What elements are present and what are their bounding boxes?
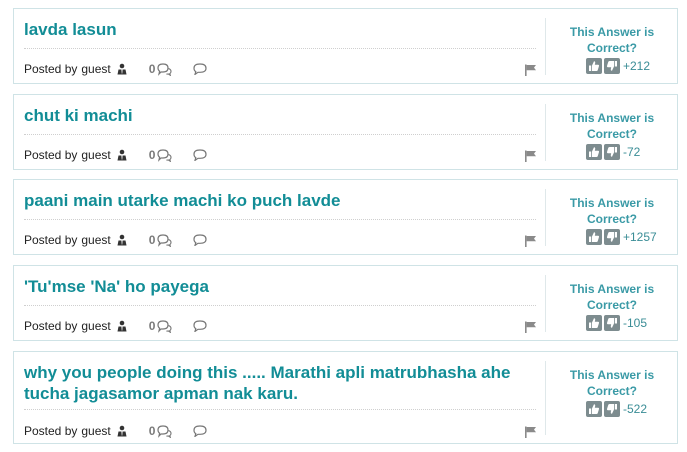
answer-card: 'Tu'mse 'Na' ho payega Posted by guest 0 [13,265,678,341]
answer-card: why you people doing this ..... Marathi … [13,351,678,444]
answer-text: 'Tu'mse 'Na' ho payega [24,277,209,296]
vote-score: -72 [623,145,641,159]
vote-score: -105 [623,316,648,330]
thumbs-down-icon[interactable] [604,315,620,331]
thumbs-down-icon[interactable] [604,229,620,245]
flag-icon[interactable] [524,234,537,247]
flag-icon[interactable] [524,425,537,438]
answer-body: paani main utarke machi ko puch lavde Po… [14,180,545,254]
author-name[interactable]: guest [81,148,110,162]
answer-text: chut ki machi [24,106,133,125]
flag-icon[interactable] [524,63,537,76]
vote-panel: This Answer is Correct? +212 [545,18,677,75]
answer-meta: Posted by guest 0 [24,61,208,77]
comment-count: 0 [148,233,156,247]
thumbs-up-icon[interactable] [586,144,602,160]
answer-body: lavda lasun Posted by guest 0 [14,9,545,83]
flag-icon[interactable] [524,320,537,333]
vote-prompt: This Answer is Correct? [569,368,655,398]
vote-panel: This Answer is Correct? -72 [545,104,677,161]
thumbs-up-icon[interactable] [586,229,602,245]
thumbs-down-icon[interactable] [604,58,620,74]
reply-icon[interactable] [193,234,208,247]
thumbs-up-icon[interactable] [586,401,602,417]
vote-panel: This Answer is Correct? -522 [545,361,677,435]
posted-by-label: Posted by [24,233,78,247]
answer-text: paani main utarke machi ko puch lavde [24,191,341,210]
author-name[interactable]: guest [81,319,110,333]
user-icon [116,63,128,75]
user-icon [116,149,128,161]
author-name[interactable]: guest [81,62,110,76]
comments-icon[interactable] [157,319,172,334]
vote-score: +1257 [623,230,657,244]
posted-by-label: Posted by [24,319,78,333]
answer-card: lavda lasun Posted by guest 0 This Answe… [13,8,678,84]
vote-panel: This Answer is Correct? -105 [545,275,677,332]
answer-text: lavda lasun [24,20,117,39]
divider [24,48,536,49]
reply-icon[interactable] [193,425,208,438]
user-icon [116,234,128,246]
reply-icon[interactable] [193,320,208,333]
comment-count: 0 [148,319,156,333]
divider [24,305,536,306]
answer-meta: Posted by guest 0 [24,232,208,248]
divider [24,409,536,410]
posted-by-label: Posted by [24,148,78,162]
vote-controls: -522 [586,401,647,417]
posted-by-label: Posted by [24,424,78,438]
divider [24,134,536,135]
comment-count: 0 [148,62,156,76]
vote-prompt: This Answer is Correct? [569,282,655,312]
answer-text: why you people doing this ..... Marathi … [24,363,511,403]
user-icon [116,425,128,437]
comments-icon[interactable] [157,233,172,248]
answer-body: chut ki machi Posted by guest 0 [14,95,545,169]
vote-controls: -72 [586,144,640,160]
thumbs-up-icon[interactable] [586,315,602,331]
comment-count: 0 [148,148,156,162]
comments-icon[interactable] [157,62,172,77]
comments-icon[interactable] [157,424,172,439]
vote-score: +212 [623,59,651,73]
vote-controls: +212 [586,58,650,74]
divider [24,219,536,220]
vote-prompt: This Answer is Correct? [569,196,655,226]
thumbs-up-icon[interactable] [586,58,602,74]
author-name[interactable]: guest [81,233,110,247]
answer-card: paani main utarke machi ko puch lavde Po… [13,179,678,255]
user-icon [116,320,128,332]
reply-icon[interactable] [193,149,208,162]
vote-controls: +1257 [586,229,657,245]
thumbs-down-icon[interactable] [604,144,620,160]
answer-meta: Posted by guest 0 [24,423,208,439]
flag-icon[interactable] [524,149,537,162]
answer-meta: Posted by guest 0 [24,318,208,334]
vote-prompt: This Answer is Correct? [569,111,655,141]
vote-panel: This Answer is Correct? +1257 [545,189,677,246]
answer-list: lavda lasun Posted by guest 0 This Answe… [0,0,687,452]
comment-count: 0 [148,424,156,438]
answer-body: 'Tu'mse 'Na' ho payega Posted by guest 0 [14,266,545,340]
author-name[interactable]: guest [81,424,110,438]
vote-prompt: This Answer is Correct? [569,25,655,55]
answer-meta: Posted by guest 0 [24,147,208,163]
answer-body: why you people doing this ..... Marathi … [14,352,545,443]
comments-icon[interactable] [157,148,172,163]
reply-icon[interactable] [193,63,208,76]
thumbs-down-icon[interactable] [604,401,620,417]
vote-score: -522 [623,402,648,416]
answer-card: chut ki machi Posted by guest 0 This Ans… [13,94,678,170]
vote-controls: -105 [586,315,647,331]
posted-by-label: Posted by [24,62,78,76]
